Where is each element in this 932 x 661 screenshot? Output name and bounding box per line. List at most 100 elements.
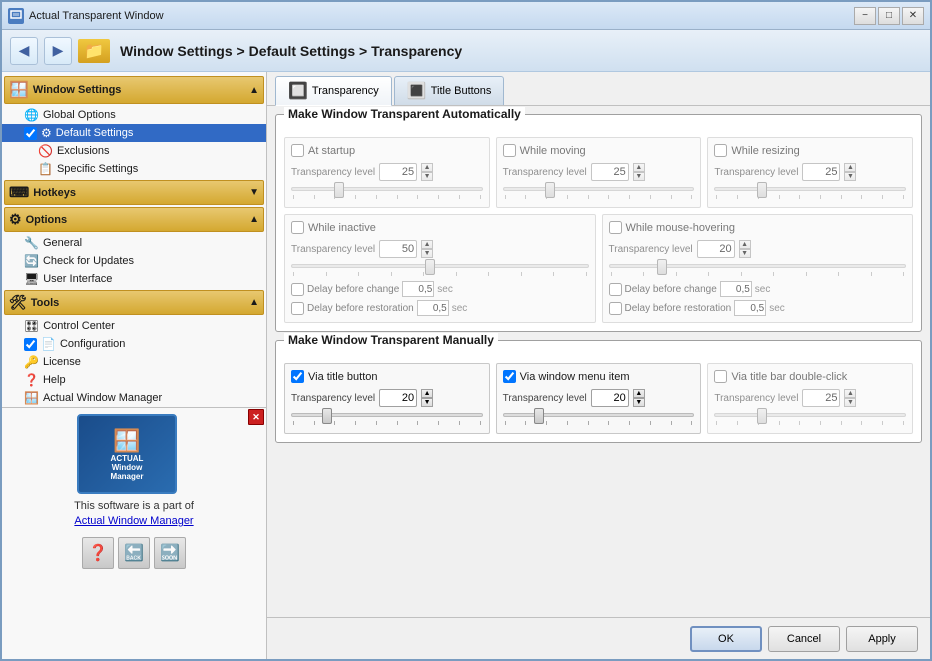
via-menu-spin-down[interactable]: ▼	[633, 398, 645, 407]
while-resizing-slider-track[interactable]	[714, 187, 906, 191]
via-title-spin-down[interactable]: ▼	[421, 398, 433, 407]
while-inactive-checkbox[interactable]	[291, 221, 304, 234]
via-double-click-trans-input[interactable]	[802, 389, 840, 407]
at-startup-spin-down[interactable]: ▼	[421, 172, 433, 181]
update-icon: 🔄	[24, 254, 39, 268]
sidebar-item-check-updates[interactable]: 🔄 Check for Updates	[2, 252, 266, 270]
back-button[interactable]: ◀	[10, 37, 38, 65]
while-moving-spin-down[interactable]: ▼	[633, 172, 645, 181]
via-dblclick-spin-down[interactable]: ▼	[844, 398, 856, 407]
help-toolbar-icon[interactable]: ❓	[82, 537, 114, 569]
sidebar-item-user-interface[interactable]: 🖥 User Interface	[2, 270, 266, 288]
apply-button[interactable]: Apply	[846, 626, 918, 652]
via-menu-spin: ▲ ▼	[633, 389, 645, 407]
hovering-delay-restore-checkbox[interactable]	[609, 302, 622, 315]
sidebar-item-help[interactable]: ❓ Help	[2, 371, 266, 389]
while-moving-spin-up[interactable]: ▲	[633, 163, 645, 172]
minimize-button[interactable]: −	[854, 7, 876, 25]
at-startup-label: At startup	[308, 145, 355, 157]
while-inactive-spin-up[interactable]: ▲	[421, 240, 433, 249]
while-inactive-trans-input[interactable]	[379, 240, 417, 258]
configuration-checkbox[interactable]	[24, 338, 37, 351]
via-dblclick-spin-up[interactable]: ▲	[844, 389, 856, 398]
sidebar-item-general[interactable]: 🔧 General	[2, 234, 266, 252]
while-resizing-slider-thumb[interactable]	[757, 182, 767, 198]
sidebar-close-button[interactable]: ✕	[248, 409, 264, 425]
forward-button[interactable]: ▶	[44, 37, 72, 65]
tab-title-buttons[interactable]: 🔳 Title Buttons	[394, 76, 505, 105]
while-resizing-trans-input[interactable]	[802, 163, 840, 181]
inactive-delay-restore-checkbox[interactable]	[291, 302, 304, 315]
content-area: 🪟 Window Settings ▲ 🌐 Global Options ⚙ D…	[2, 72, 930, 659]
globe-icon: 🌐	[24, 108, 39, 122]
inactive-delay-change-checkbox[interactable]	[291, 283, 304, 296]
while-resizing-spin-up[interactable]: ▲	[844, 163, 856, 172]
at-startup-slider-track[interactable]	[291, 187, 483, 191]
ui-icon: 🖥	[24, 272, 39, 286]
while-hovering-spin-down[interactable]: ▼	[739, 249, 751, 258]
inactive-delay-restore-input[interactable]	[417, 300, 449, 316]
sidebar-section-hotkeys[interactable]: ⌨ Hotkeys ▼	[4, 180, 264, 205]
sidebar-item-control-center[interactable]: 🎛 Control Center	[2, 317, 266, 335]
while-hovering-slider-thumb[interactable]	[657, 259, 667, 275]
while-moving-slider-thumb[interactable]	[545, 182, 555, 198]
at-startup-spin-up[interactable]: ▲	[421, 163, 433, 172]
via-dblclick-slider-track[interactable]	[714, 413, 906, 417]
while-moving-checkbox[interactable]	[503, 144, 516, 157]
breadcrumb: 📁 Window Settings > Default Settings > T…	[78, 39, 462, 63]
sidebar-item-global-options[interactable]: 🌐 Global Options	[2, 106, 266, 124]
at-startup-checkbox[interactable]	[291, 144, 304, 157]
inactive-delay-change-input[interactable]	[402, 281, 434, 297]
via-menu-item-trans-input[interactable]	[591, 389, 629, 407]
ok-button[interactable]: OK	[690, 626, 762, 652]
sidebar-item-default-settings[interactable]: ⚙ Default Settings	[2, 124, 266, 142]
while-resizing-spin-down[interactable]: ▼	[844, 172, 856, 181]
hovering-delay-change-checkbox[interactable]	[609, 283, 622, 296]
via-title-button-checkbox[interactable]	[291, 370, 304, 383]
sidebar-item-exclusions[interactable]: 🚫 Exclusions	[2, 142, 266, 160]
hovering-delay-restore-input[interactable]	[734, 300, 766, 316]
via-dblclick-slider-thumb[interactable]	[757, 408, 767, 424]
while-hovering-spin-up[interactable]: ▲	[739, 240, 751, 249]
sidebar-section-window-settings[interactable]: 🪟 Window Settings ▲	[4, 76, 264, 104]
promo-link[interactable]: Actual Window Manager	[74, 515, 193, 527]
via-menu-spin-up[interactable]: ▲	[633, 389, 645, 398]
sidebar-section-options[interactable]: ⚙ Options ▲	[4, 207, 264, 232]
via-title-slider-track[interactable]	[291, 413, 483, 417]
exclusions-icon: 🚫	[38, 144, 53, 158]
via-title-slider-thumb[interactable]	[322, 408, 332, 424]
sidebar-item-license[interactable]: 🔑 License	[2, 353, 266, 371]
via-menu-slider-track[interactable]	[503, 413, 695, 417]
sidebar-section-tools[interactable]: 🛠 Tools ▲	[4, 290, 264, 315]
sidebar-item-specific-settings[interactable]: 📋 Specific Settings	[2, 160, 266, 178]
while-hovering-checkbox[interactable]	[609, 221, 622, 234]
at-startup-slider-thumb[interactable]	[334, 182, 344, 198]
while-moving-trans-input[interactable]	[591, 163, 629, 181]
panel-scroll[interactable]: Make Window Transparent Automatically At…	[267, 106, 930, 617]
manual-grid: Via title button Transparency level ▲ ▼	[284, 363, 913, 434]
cancel-button[interactable]: Cancel	[768, 626, 840, 652]
while-inactive-slider-thumb[interactable]	[425, 259, 435, 275]
hovering-delay-change-input[interactable]	[720, 281, 752, 297]
at-startup-trans-input[interactable]	[379, 163, 417, 181]
while-hovering-slider-track[interactable]	[609, 264, 907, 268]
while-resizing-checkbox[interactable]	[714, 144, 727, 157]
default-settings-checkbox[interactable]	[24, 127, 37, 140]
maximize-button[interactable]: □	[878, 7, 900, 25]
tab-transparency[interactable]: 🔲 Transparency	[275, 76, 392, 106]
via-double-click-checkbox[interactable]	[714, 370, 727, 383]
via-menu-item-checkbox[interactable]	[503, 370, 516, 383]
sidebar-item-actual-window-manager[interactable]: 🪟 Actual Window Manager	[2, 389, 266, 407]
via-title-spin-up[interactable]: ▲	[421, 389, 433, 398]
close-button[interactable]: ✕	[902, 7, 924, 25]
awm-icon: 🪟	[24, 391, 39, 405]
while-inactive-spin-down[interactable]: ▼	[421, 249, 433, 258]
via-title-button-trans-input[interactable]	[379, 389, 417, 407]
back-toolbar-icon[interactable]: 🔙	[118, 537, 150, 569]
while-moving-slider-track[interactable]	[503, 187, 695, 191]
forward-toolbar-icon[interactable]: 🔜	[154, 537, 186, 569]
while-hovering-trans-input[interactable]	[697, 240, 735, 258]
while-inactive-slider-track[interactable]	[291, 264, 589, 268]
sidebar-item-configuration[interactable]: 📄 Configuration	[2, 335, 266, 353]
via-menu-slider-thumb[interactable]	[534, 408, 544, 424]
